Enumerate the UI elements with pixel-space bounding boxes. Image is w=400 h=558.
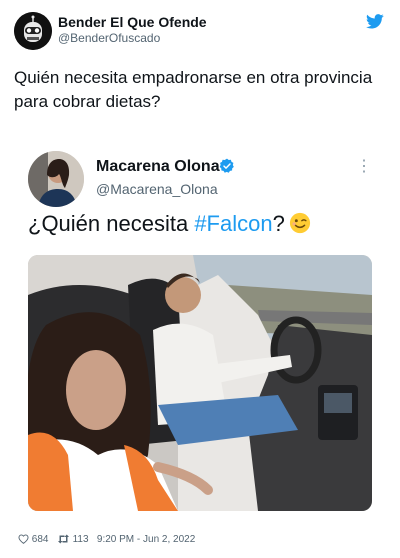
quoted-author-name[interactable]: Macarena Olona <box>96 158 220 176</box>
quoted-tweet[interactable]: Macarena Olona @Macarena_Olona ⋮ ¿Quién … <box>14 137 386 525</box>
quoted-text-before: ¿Quién necesita <box>28 211 195 236</box>
verified-badge-icon <box>219 158 234 173</box>
like-icon[interactable] <box>18 534 29 545</box>
retweet-count: 113 <box>72 534 89 545</box>
hashtag-link[interactable]: #Falcon <box>194 211 272 236</box>
quoted-text-after: ? <box>272 211 285 236</box>
timestamp[interactable]: 9:20 PM - Jun 2, 2022 <box>97 534 195 545</box>
tweet-text: Quién necesita empadronarse en otra prov… <box>14 68 373 111</box>
like-count: 684 <box>31 534 49 545</box>
author-avatar[interactable] <box>14 12 52 50</box>
van-selfie-image <box>28 255 372 511</box>
author-handle[interactable]: @BenderOfuscado <box>58 31 160 45</box>
bender-avatar-icon <box>14 12 52 50</box>
author-name[interactable]: Bender El Que Ofende <box>58 14 207 30</box>
quoted-avatar[interactable] <box>28 151 84 207</box>
attached-photo[interactable] <box>28 255 372 511</box>
retweet-icon[interactable] <box>57 534 70 545</box>
user-photo-icon <box>28 151 84 207</box>
tweet-card: Bender El Que Ofende @BenderOfuscado Qui… <box>0 0 400 558</box>
twitter-bird-icon[interactable] <box>366 14 384 29</box>
quoted-author-handle[interactable]: @Macarena_Olona <box>96 181 218 197</box>
more-options-icon[interactable]: ⋮ <box>356 159 372 175</box>
quoted-tweet-text: ¿Quién necesita #Falcon? <box>28 210 311 241</box>
winking-face-icon <box>289 212 311 241</box>
tweet-footer: 684 113 9:20 PM - Jun 2, 2022 <box>18 534 195 545</box>
